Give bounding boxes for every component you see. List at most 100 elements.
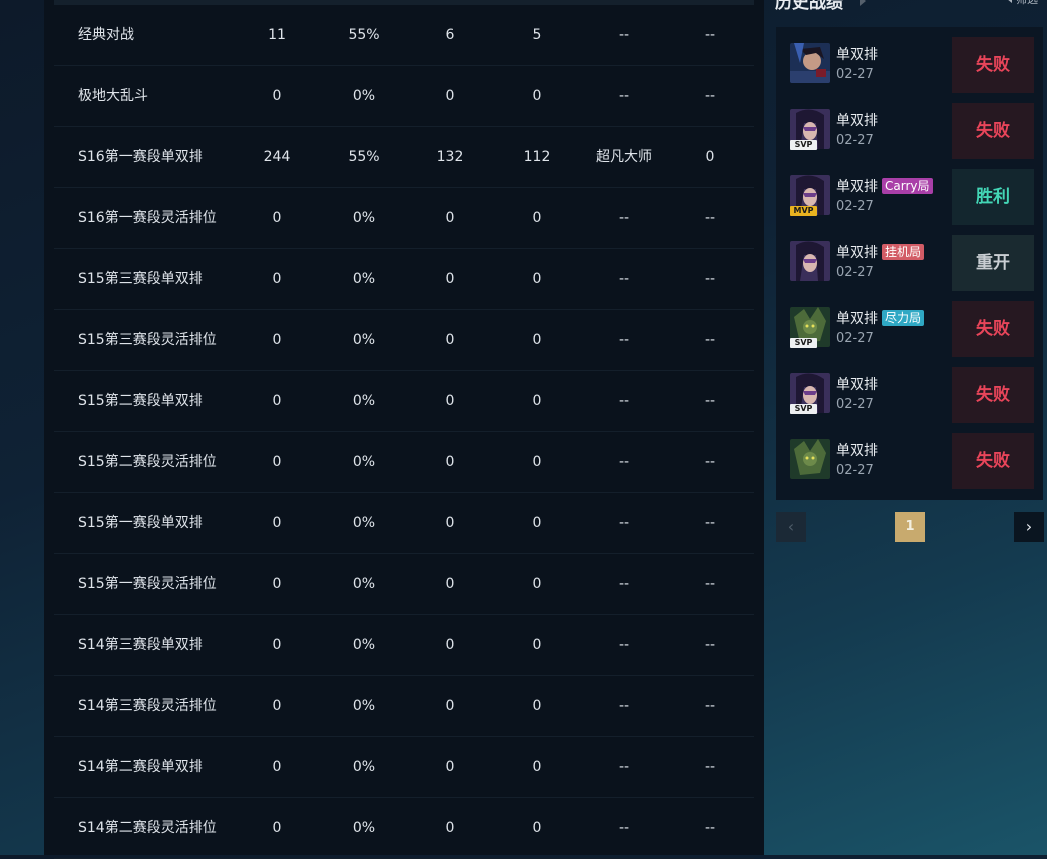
games-value: 0 bbox=[272, 210, 282, 226]
match-mode: 单双排 bbox=[836, 440, 878, 460]
table-row: S16第一赛段灵活排位 0 0% 0 0 -- -- bbox=[54, 188, 754, 249]
winrate-value: 0% bbox=[352, 332, 376, 348]
stats-table: 经典对战 11 55% 6 5 -- -- 极地大乱斗 0 0% 0 0 -- -- S16第一赛段单双… bbox=[54, 5, 754, 859]
champion-avatar bbox=[790, 241, 830, 281]
games-value: 244 bbox=[263, 149, 291, 165]
wins-value: 132 bbox=[436, 149, 464, 165]
next-page-button[interactable]: › bbox=[1014, 512, 1044, 542]
prev-page-button[interactable]: ‹ bbox=[776, 512, 806, 542]
best-effort-tag: 尽力局 bbox=[882, 310, 925, 326]
losses-value: 0 bbox=[532, 210, 542, 226]
queue-name: S14第二赛段灵活排位 bbox=[78, 820, 217, 836]
winrate-value: 0% bbox=[352, 576, 376, 592]
svp-badge: SVP bbox=[790, 404, 817, 414]
wins-value: 0 bbox=[445, 332, 455, 348]
match-result: 失败 bbox=[952, 301, 1034, 357]
match-date: 02-27 bbox=[836, 133, 874, 148]
match-list: 单双排 02-27 失败 SVP 单双排 02-27 失败 MVP 单双排 Car… bbox=[776, 27, 1043, 500]
chevron-left-icon: ‹ bbox=[787, 517, 795, 536]
points-value: -- bbox=[704, 515, 716, 531]
queue-name: S14第三赛段单双排 bbox=[78, 637, 203, 653]
losses-value: 0 bbox=[532, 637, 542, 653]
match-mode: 单双排 尽力局 bbox=[836, 308, 925, 328]
match-mode: 单双排 bbox=[836, 374, 878, 394]
games-value: 0 bbox=[272, 820, 282, 836]
losses-value: 0 bbox=[532, 576, 542, 592]
winrate-value: 55% bbox=[348, 149, 380, 165]
points-value: -- bbox=[704, 698, 716, 714]
points-value: -- bbox=[704, 820, 716, 836]
mvp-badge: MVP bbox=[790, 206, 817, 216]
match-mode-label: 单双排 bbox=[836, 377, 878, 393]
queue-name: S15第三赛段单双排 bbox=[78, 271, 203, 287]
table-row: S15第三赛段单双排 0 0% 0 0 -- -- bbox=[54, 249, 754, 310]
winrate-value: 0% bbox=[352, 210, 376, 226]
losses-value: 0 bbox=[532, 393, 542, 409]
queue-name: 经典对战 bbox=[78, 27, 134, 43]
table-row: S15第一赛段灵活排位 0 0% 0 0 -- -- bbox=[54, 554, 754, 615]
tier-value: -- bbox=[618, 88, 630, 104]
points-value: -- bbox=[704, 454, 716, 470]
wins-value: 0 bbox=[445, 210, 455, 226]
winrate-value: 0% bbox=[352, 759, 376, 775]
winrate-value: 0% bbox=[352, 88, 376, 104]
match-date: 02-27 bbox=[836, 265, 874, 280]
points-value: -- bbox=[704, 637, 716, 653]
table-row: S14第二赛段灵活排位 0 0% 0 0 -- -- bbox=[54, 798, 754, 859]
losses-value: 5 bbox=[532, 27, 542, 43]
tier-value: -- bbox=[618, 332, 630, 348]
games-value: 0 bbox=[272, 271, 282, 287]
match-item[interactable]: SVP 单双排 02-27 失败 bbox=[776, 93, 1043, 159]
match-item[interactable]: 单双排 02-27 失败 bbox=[776, 423, 1043, 489]
tier-value: -- bbox=[618, 393, 630, 409]
points-value: -- bbox=[704, 332, 716, 348]
match-item[interactable]: SVP 单双排 02-27 失败 bbox=[776, 357, 1043, 423]
games-value: 0 bbox=[272, 88, 282, 104]
carry-tag: Carry局 bbox=[882, 178, 933, 194]
winrate-value: 0% bbox=[352, 637, 376, 653]
games-value: 0 bbox=[272, 637, 282, 653]
match-item[interactable]: MVP 单双排 Carry局 02-27 胜利 bbox=[776, 159, 1043, 225]
games-value: 0 bbox=[272, 698, 282, 714]
winrate-value: 0% bbox=[352, 271, 376, 287]
tier-value: -- bbox=[618, 637, 630, 653]
tier-value: -- bbox=[618, 759, 630, 775]
match-result: 重开 bbox=[952, 235, 1034, 291]
table-row: S15第三赛段灵活排位 0 0% 0 0 -- -- bbox=[54, 310, 754, 371]
games-value: 0 bbox=[272, 332, 282, 348]
match-item[interactable]: SVP 单双排 尽力局 02-27 失败 bbox=[776, 291, 1043, 357]
losses-value: 0 bbox=[532, 88, 542, 104]
points-value: -- bbox=[704, 88, 716, 104]
games-value: 0 bbox=[272, 759, 282, 775]
wins-value: 0 bbox=[445, 454, 455, 470]
filter-button[interactable]: 筛选 bbox=[1007, 0, 1038, 7]
match-mode-label: 单双排 bbox=[836, 245, 878, 261]
queue-name: S14第二赛段单双排 bbox=[78, 759, 203, 775]
losses-value: 0 bbox=[532, 271, 542, 287]
tier-value: -- bbox=[618, 698, 630, 714]
queue-name: S15第二赛段灵活排位 bbox=[78, 454, 217, 470]
history-title: 历史战绩 bbox=[775, 0, 843, 13]
match-item[interactable]: 单双排 02-27 失败 bbox=[776, 27, 1043, 93]
wins-value: 6 bbox=[445, 27, 455, 43]
wins-value: 0 bbox=[445, 271, 455, 287]
winrate-value: 0% bbox=[352, 393, 376, 409]
match-item[interactable]: 单双排 挂机局 02-27 重开 bbox=[776, 225, 1043, 291]
losses-value: 112 bbox=[523, 149, 551, 165]
champion-avatar bbox=[790, 43, 830, 83]
tier-value: -- bbox=[618, 27, 630, 43]
match-date: 02-27 bbox=[836, 199, 874, 214]
tier-value: -- bbox=[618, 271, 630, 287]
games-value: 0 bbox=[272, 454, 282, 470]
winrate-value: 0% bbox=[352, 454, 376, 470]
winrate-value: 0% bbox=[352, 515, 376, 531]
queue-name: S14第三赛段灵活排位 bbox=[78, 698, 217, 714]
games-value: 0 bbox=[272, 393, 282, 409]
champion-avatar bbox=[790, 439, 830, 479]
match-result: 胜利 bbox=[952, 169, 1034, 225]
queue-name: S15第三赛段灵活排位 bbox=[78, 332, 217, 348]
svp-badge: SVP bbox=[790, 140, 817, 150]
queue-name: S15第一赛段单双排 bbox=[78, 515, 203, 531]
page-number-button[interactable]: 1 bbox=[895, 512, 925, 542]
chevron-right-icon: › bbox=[1025, 517, 1033, 536]
